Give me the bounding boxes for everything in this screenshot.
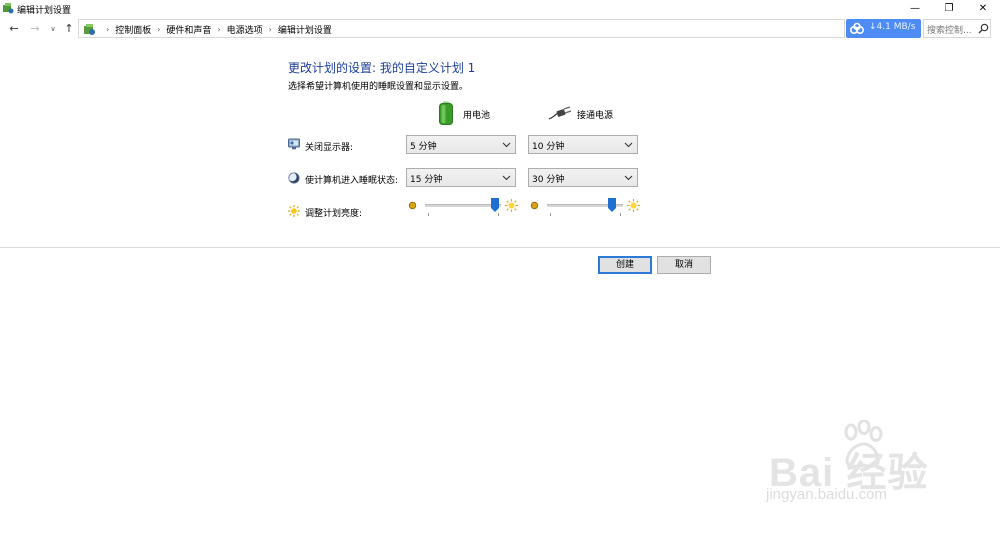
power-options-icon — [3, 3, 14, 14]
breadcrumb-power-options[interactable]: 电源选项 — [227, 23, 263, 36]
search-input[interactable]: 搜索控制... — [923, 19, 991, 38]
create-button[interactable]: 创建 — [598, 256, 652, 274]
network-speed-widget[interactable]: ↓4.1 MB/s — [846, 19, 921, 38]
breadcrumb-control-panel[interactable]: 控制面板 — [115, 23, 151, 36]
navigation-bar: ← → ∨ ↑ › 控制面板 › 硬件和声音 › 电源选项 › 编辑计划设置 ↓… — [0, 19, 1000, 39]
address-bar[interactable]: › 控制面板 › 硬件和声音 › 电源选项 › 编辑计划设置 — [78, 19, 845, 38]
plugged-brightness-slider[interactable] — [530, 198, 640, 220]
plugged-sleep-select[interactable]: 30 分钟 — [528, 168, 638, 187]
power-plug-icon — [548, 106, 572, 120]
breadcrumb-separator[interactable]: › — [217, 25, 220, 34]
close-button[interactable]: ✕ — [966, 0, 1000, 17]
watermark-url: jingyan.baidu.com — [766, 486, 887, 503]
battery-display-off-select[interactable]: 5 分钟 — [406, 135, 516, 154]
chevron-down-icon — [502, 142, 511, 148]
bright-sun-icon — [505, 199, 518, 212]
slider-thumb[interactable] — [607, 198, 616, 212]
chevron-down-icon — [624, 175, 633, 181]
breadcrumb-edit-plan[interactable]: 编辑计划设置 — [278, 23, 332, 36]
download-arrow-icon: ↓ — [869, 22, 877, 32]
slider-track[interactable] — [425, 204, 501, 207]
plugged-sleep-value: 30 分钟 — [532, 175, 565, 185]
title-bar: 编辑计划设置 — ❐ ✕ — [0, 0, 1000, 17]
cloud-icon — [850, 22, 864, 34]
bright-sun-icon — [627, 199, 640, 212]
battery-icon — [439, 101, 453, 125]
display-off-label: 关闭显示器: — [305, 143, 354, 153]
footer-divider — [0, 247, 1000, 248]
slider-thumb[interactable] — [490, 198, 499, 212]
breadcrumb-separator[interactable]: › — [269, 25, 272, 34]
slider-tick — [620, 213, 621, 216]
back-button[interactable]: ← — [7, 22, 21, 36]
baidu-jingyan-watermark: Bai 经验 jingyan.baidu.com — [764, 420, 954, 510]
breadcrumb-separator[interactable]: › — [157, 25, 160, 34]
battery-display-off-value: 5 分钟 — [410, 142, 437, 152]
slider-tick — [428, 213, 429, 216]
slider-tick — [498, 213, 499, 216]
breadcrumb-hardware-sound[interactable]: 硬件和声音 — [166, 23, 211, 36]
page-description: 选择希望计算机使用的睡眠设置和显示设置。 — [288, 82, 469, 92]
maximize-button[interactable]: ❐ — [932, 0, 966, 17]
recent-locations-button[interactable]: ∨ — [46, 22, 60, 36]
window-title: 编辑计划设置 — [17, 6, 72, 16]
battery-column-label: 用电池 — [463, 111, 491, 121]
battery-sleep-select[interactable]: 15 分钟 — [406, 168, 516, 187]
brightness-label: 调整计划亮度: — [305, 209, 363, 219]
page-title: 更改计划的设置: 我的自定义计划 1 — [288, 61, 476, 75]
battery-sleep-value: 15 分钟 — [410, 175, 443, 185]
control-panel-icon — [84, 24, 95, 35]
download-speed-value: 4.1 MB/s — [876, 22, 916, 32]
up-button[interactable]: ↑ — [62, 22, 76, 36]
brightness-sun-icon — [288, 205, 300, 217]
plugged-in-column-label: 接通电源 — [577, 111, 614, 121]
forward-button[interactable]: → — [28, 22, 42, 36]
minimize-button[interactable]: — — [898, 0, 932, 17]
dim-sun-icon — [530, 201, 539, 210]
chevron-down-icon — [502, 175, 511, 181]
search-icon[interactable] — [978, 23, 989, 34]
sleep-label: 使计算机进入睡眠状态: — [305, 176, 399, 186]
battery-brightness-slider[interactable] — [408, 198, 518, 220]
plugged-display-off-select[interactable]: 10 分钟 — [528, 135, 638, 154]
sleep-moon-icon — [288, 172, 300, 184]
display-icon — [288, 138, 300, 150]
breadcrumb-separator: › — [106, 25, 110, 34]
cancel-button[interactable]: 取消 — [657, 256, 711, 274]
search-placeholder: 搜索控制... — [927, 26, 972, 36]
slider-tick — [550, 213, 551, 216]
chevron-down-icon — [624, 142, 633, 148]
plugged-display-off-value: 10 分钟 — [532, 142, 565, 152]
dim-sun-icon — [408, 201, 417, 210]
breadcrumb: › 控制面板 › 硬件和声音 › 电源选项 › 编辑计划设置 — [100, 23, 332, 36]
network-speed-text: ↓4.1 MB/s — [869, 22, 915, 32]
